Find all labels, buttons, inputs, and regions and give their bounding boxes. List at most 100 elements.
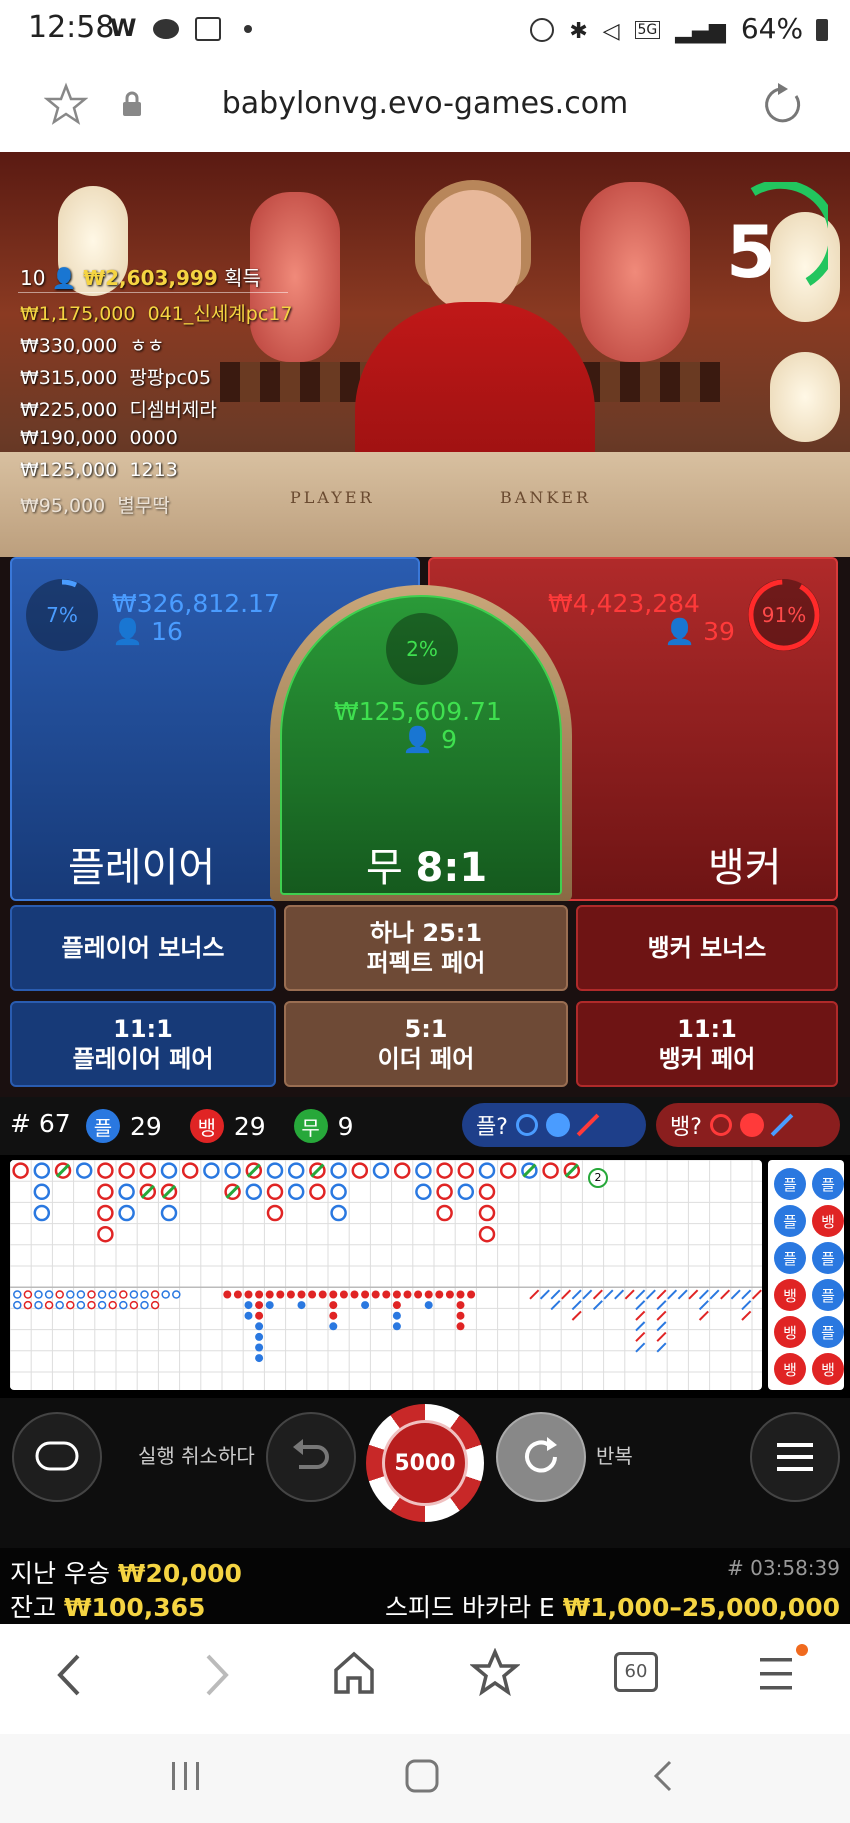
banker-pair-button[interactable]: 11:1 뱅커 페어 [576, 1001, 838, 1087]
browser-url-bar: babylonvg.evo-games.com [0, 62, 850, 153]
browser-menu-icon[interactable] [756, 1654, 802, 1694]
undo-icon [293, 1439, 329, 1469]
player-bonus-button[interactable]: 플레이어 보너스 [10, 905, 276, 991]
road-mark [266, 1204, 284, 1222]
roadmap-scoreboard[interactable]: 2 [10, 1160, 762, 1390]
bead-count-badge: 2 [588, 1168, 608, 1188]
either-pair-button[interactable]: 5:1 이더 페어 [284, 1001, 568, 1087]
player-count: 29 [130, 1111, 162, 1141]
winner-row: ₩315,000 팡팡pc05 [20, 367, 212, 389]
roadmap-grid [10, 1160, 762, 1390]
road-mark [181, 1162, 199, 1179]
person-icon: 👤 [51, 266, 77, 290]
road-mark [478, 1162, 496, 1179]
road-mark [118, 1204, 135, 1222]
forward-icon[interactable] [196, 1650, 236, 1700]
bead-plate-cell: 플 [774, 1168, 806, 1200]
back-icon[interactable] [50, 1650, 90, 1700]
bead-plate-cell: 플 [774, 1242, 806, 1274]
browser-nav-bar: 60 [0, 1624, 850, 1734]
stats-row: # 67 플 29 뱅 29 무 9 플? 뱅? [0, 1097, 850, 1155]
road-mark [118, 1183, 135, 1201]
road-mark [33, 1162, 51, 1179]
solid-blue-circle-icon [545, 1113, 570, 1137]
bead-plate-side[interactable]: 플플플뱅플플뱅플뱅플뱅뱅 [768, 1160, 844, 1390]
player-label: 플레이어 [68, 845, 216, 891]
balance: 잔고 ₩100,365 [10, 1593, 206, 1622]
url-text[interactable]: babylonvg.evo-games.com [0, 86, 850, 121]
countdown-number: 5 [726, 210, 777, 294]
hollow-red-circle-icon [709, 1114, 732, 1136]
chat-button[interactable] [12, 1412, 102, 1502]
notification-icons: W [110, 14, 252, 42]
tie-label: 무 8:1 [366, 845, 488, 891]
road-mark [436, 1162, 453, 1179]
road-mark [139, 1162, 157, 1179]
chat-icon [35, 1441, 79, 1471]
red-slash-icon [576, 1113, 600, 1137]
banker-badge: 뱅 [189, 1109, 224, 1143]
person-icon: 👤 [664, 617, 696, 646]
tabs-button[interactable]: 60 [614, 1652, 658, 1692]
home-icon[interactable] [330, 1648, 378, 1698]
bookmarks-icon[interactable] [470, 1648, 520, 1698]
road-mark [499, 1162, 517, 1179]
player-predict-button[interactable]: 플? [462, 1103, 646, 1147]
undo-button[interactable] [266, 1412, 356, 1502]
road-mark [415, 1162, 432, 1179]
road-mark [542, 1162, 559, 1179]
road-mark [330, 1183, 347, 1201]
road-mark [436, 1183, 453, 1201]
banker-predict-label: 뱅? [670, 1115, 702, 1140]
talk-icon [152, 19, 179, 39]
road-mark [160, 1162, 178, 1179]
recent-apps-icon[interactable] [166, 1756, 206, 1796]
5g-icon: 5G [634, 21, 661, 39]
player-pair-button[interactable]: 11:1 플레이어 페어 [10, 1001, 276, 1087]
bead-plate-cell: 뱅 [774, 1316, 806, 1348]
bead-plate-cell: 뱅 [774, 1279, 806, 1311]
road-mark [12, 1162, 29, 1179]
menu-button[interactable] [750, 1412, 840, 1502]
last-win: 지난 우승 ₩20,000 [10, 1559, 242, 1588]
repeat-button[interactable] [496, 1412, 586, 1502]
bet-controls: 실행 취소하다 5000 반복 [0, 1398, 850, 1548]
home-system-icon[interactable] [402, 1756, 442, 1796]
road-mark [160, 1204, 178, 1222]
banker-pct-ring [748, 579, 820, 651]
banker-total: ₩4,423,284 [548, 589, 700, 618]
bead-plate-cell: 플 [812, 1316, 844, 1348]
winners-divider [18, 292, 288, 293]
blossom-right [580, 182, 690, 362]
reload-icon[interactable] [760, 82, 806, 128]
blossom-left [250, 192, 340, 362]
status-bar: 12:58 W ✱ ◁ 5G ▂▄▆ 64% [0, 0, 850, 62]
w-app-icon: W [110, 14, 137, 42]
bluetooth-icon: ✱ [569, 19, 588, 44]
road-mark [224, 1162, 241, 1179]
bead-plate-cell: 뱅 [812, 1353, 844, 1385]
road-mark [351, 1162, 369, 1179]
round-time: # 03:58:39 [727, 1556, 840, 1580]
player-predict-label: 플? [476, 1115, 508, 1140]
betting-area: 7% ₩326,812.17 👤 16 플레이어 ₩4,423,284 👤 39… [0, 557, 850, 1097]
perfect-pair-button[interactable]: 하나 25:1 퍼펙트 페어 [284, 905, 568, 991]
tie-total: ₩125,609.71 [334, 697, 502, 726]
winner-row: ₩225,000 디셈버제라 [20, 399, 217, 421]
tie-badge: 무 [293, 1109, 328, 1143]
chip-selector[interactable]: 5000 [366, 1404, 484, 1522]
battery-percent: 64% [740, 12, 804, 45]
status-right: ✱ ◁ 5G ▂▄▆ 64% [530, 12, 828, 45]
road-mark [266, 1183, 284, 1201]
banker-label: 뱅커 [708, 845, 782, 891]
road-mark [393, 1162, 411, 1179]
player-badge: 플 [86, 1109, 120, 1143]
person-icon: 👤 [402, 725, 434, 754]
winners-suffix: 획득 [224, 266, 261, 290]
back-system-icon[interactable] [644, 1756, 684, 1796]
banker-bonus-button[interactable]: 뱅커 보너스 [576, 905, 838, 991]
solid-red-circle-icon [739, 1113, 764, 1137]
banker-predict-button[interactable]: 뱅? [656, 1103, 840, 1147]
road-mark [97, 1225, 114, 1243]
road-mark [457, 1162, 475, 1179]
